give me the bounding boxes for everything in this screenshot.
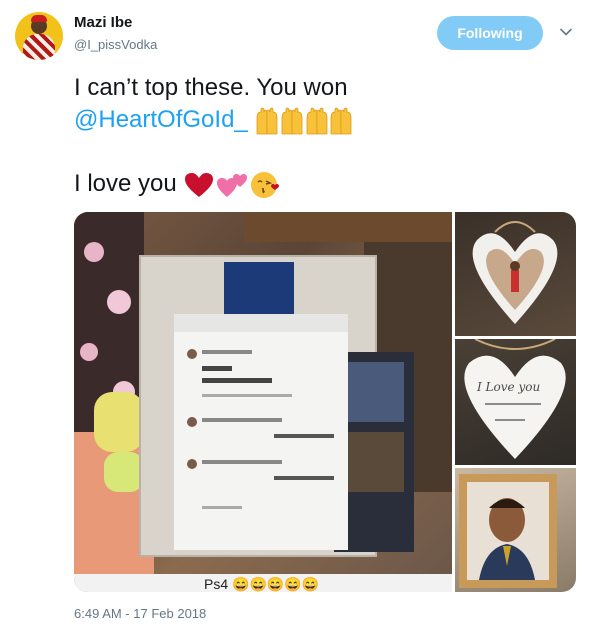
heart-frame-illustration [472, 221, 558, 324]
following-button[interactable]: Following [437, 16, 543, 50]
chevron-down-icon[interactable] [559, 25, 573, 39]
photo-portrait-frame[interactable] [455, 468, 576, 592]
love-note-illustration: I Love you [464, 339, 566, 459]
red-heart-icon [185, 172, 214, 197]
tweet-text: I can’t top these. You won @HeartOfGoId_… [74, 72, 574, 200]
portrait-frame-illustration [459, 474, 557, 588]
photo-love-note[interactable]: I Love you [455, 339, 576, 465]
tweet-line-1: I can’t top these. You won [74, 74, 348, 101]
tweet-header: Mazi Ibe @I_pissVodka Following [0, 0, 590, 70]
face-blowing-kiss-icon [251, 171, 280, 198]
user-handle[interactable]: @I_pissVodka [74, 37, 157, 52]
tweet-timestamp[interactable]: 6:49 AM - 17 Feb 2018 [74, 606, 206, 621]
tweet-media-grid: Ps4 😄😄😄😄😄 I Love you [74, 212, 576, 592]
photo-heart-frame[interactable] [455, 212, 576, 336]
tweet-line-3: I love you [74, 168, 574, 200]
love-text: I love you [74, 170, 177, 197]
mention-link[interactable]: @HeartOfGoId_ [74, 106, 248, 133]
tweet-line-2: @HeartOfGoId_ [74, 104, 574, 136]
main-photo-caption: Ps4 😄😄😄😄😄 [204, 576, 319, 592]
avatar[interactable] [15, 12, 63, 60]
ps4-gift-illustration: Ps4 😄😄😄😄😄 [74, 212, 452, 592]
two-hearts-icon [217, 173, 248, 197]
raising-hands-icon [257, 107, 352, 135]
photo-ps4-gifts[interactable]: Ps4 😄😄😄😄😄 [74, 212, 452, 592]
love-note-text: I Love you [476, 380, 540, 394]
display-name[interactable]: Mazi Ibe [74, 14, 132, 31]
